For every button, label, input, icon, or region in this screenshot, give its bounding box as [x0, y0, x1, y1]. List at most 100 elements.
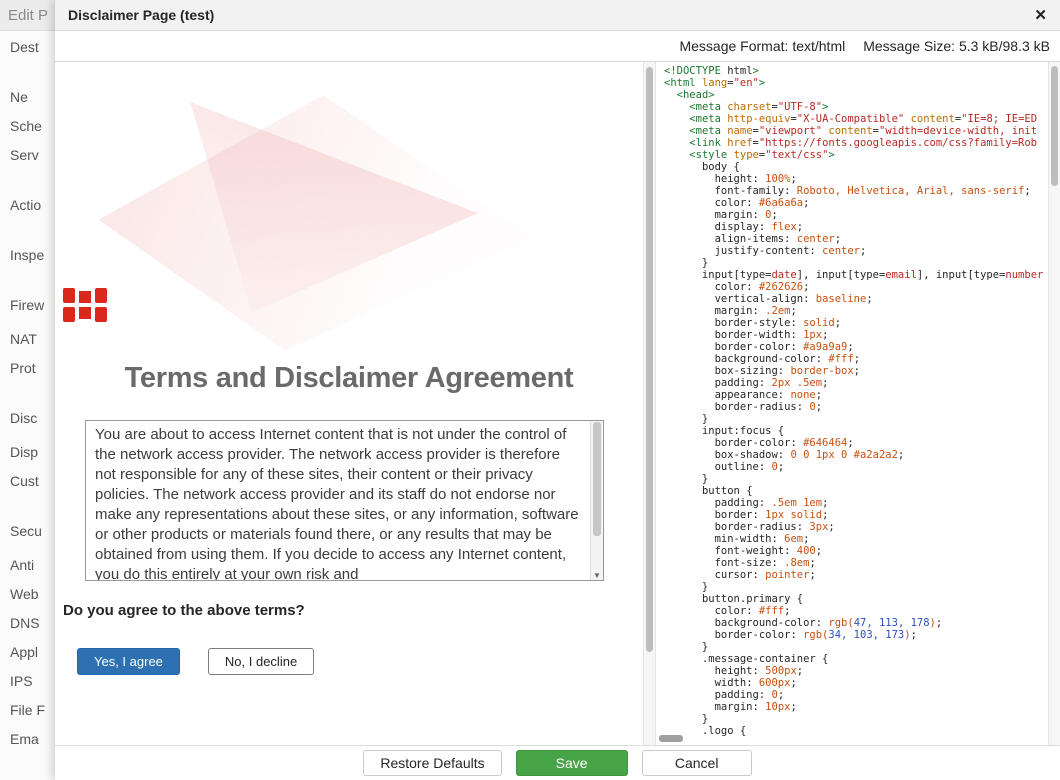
- code-line[interactable]: .logo {: [664, 725, 1048, 737]
- code-line[interactable]: padding: 0;: [664, 689, 1048, 701]
- sidebar-item[interactable]: DNS: [10, 615, 56, 633]
- code-line[interactable]: border-radius: 0;: [664, 401, 1048, 413]
- sidebar-item[interactable]: Disc: [10, 410, 56, 428]
- code-line[interactable]: cursor: pointer;: [664, 569, 1048, 581]
- code-line[interactable]: color: #262626;: [664, 281, 1048, 293]
- sidebar-item[interactable]: Actio: [10, 197, 56, 215]
- code-line[interactable]: <head>: [664, 89, 1048, 101]
- scrollbar-down-icon[interactable]: ▼: [593, 571, 601, 580]
- code-line[interactable]: <style type="text/css">: [664, 149, 1048, 161]
- code-hscroll-thumb[interactable]: [659, 735, 683, 742]
- code-line[interactable]: vertical-align: baseline;: [664, 293, 1048, 305]
- code-scroll-thumb[interactable]: [1051, 66, 1058, 186]
- code-line[interactable]: box-sizing: border-box;: [664, 365, 1048, 377]
- code-line[interactable]: border-width: 1px;: [664, 329, 1048, 341]
- code-line[interactable]: color: #fff;: [664, 605, 1048, 617]
- code-line[interactable]: height: 100%;: [664, 173, 1048, 185]
- code-line[interactable]: <link href="https://fonts.googleapis.com…: [664, 137, 1048, 149]
- sidebar-item[interactable]: Disp: [10, 444, 56, 462]
- page-title: Edit P: [8, 7, 55, 24]
- modal-disclaimer-page: Disclaimer Page (test) ✕ Message Format:…: [55, 0, 1060, 780]
- message-size: Message Size: 5.3 kB/98.3 kB: [863, 38, 1050, 54]
- code-line[interactable]: box-shadow: 0 0 1px 0 #a2a2a2;: [664, 449, 1048, 461]
- sidebar-item[interactable]: Sche: [10, 118, 56, 136]
- textbox-scrollbar[interactable]: ▼: [590, 421, 603, 580]
- code-line[interactable]: display: flex;: [664, 221, 1048, 233]
- code-line[interactable]: }: [664, 713, 1048, 725]
- message-format: Message Format: text/html: [679, 38, 845, 54]
- sidebar-item[interactable]: Dest: [10, 39, 56, 57]
- code-line[interactable]: appearance: none;: [664, 389, 1048, 401]
- sidebar-item[interactable]: Prot: [10, 360, 56, 378]
- code-line[interactable]: border-color: #646464;: [664, 437, 1048, 449]
- sidebar-item[interactable]: Serv: [10, 147, 56, 165]
- code-line[interactable]: button {: [664, 485, 1048, 497]
- code-line[interactable]: padding: .5em 1em;: [664, 497, 1048, 509]
- code-line[interactable]: font-weight: 400;: [664, 545, 1048, 557]
- code-line[interactable]: border-style: solid;: [664, 317, 1048, 329]
- code-line[interactable]: .message-container {: [664, 653, 1048, 665]
- sidebar-item[interactable]: Ema: [10, 731, 56, 749]
- code-line[interactable]: outline: 0;: [664, 461, 1048, 473]
- code-line[interactable]: background-color: #fff;: [664, 353, 1048, 365]
- modal-footer: Restore Defaults Save Cancel: [55, 745, 1060, 780]
- code-scrollbar[interactable]: [1048, 62, 1060, 745]
- disclaimer-textbox[interactable]: You are about to access Internet content…: [85, 420, 604, 581]
- save-button[interactable]: Save: [516, 750, 628, 776]
- code-line[interactable]: font-size: .8em;: [664, 557, 1048, 569]
- code-line[interactable]: width: 600px;: [664, 677, 1048, 689]
- code-line[interactable]: justify-content: center;: [664, 245, 1048, 257]
- code-line[interactable]: font-family: Roboto, Helvetica, Arial, s…: [664, 185, 1048, 197]
- preview-scrollbar[interactable]: [643, 62, 656, 745]
- code-line[interactable]: input:focus {: [664, 425, 1048, 437]
- sidebar-item[interactable]: Inspe: [10, 247, 56, 265]
- code-line[interactable]: }: [664, 413, 1048, 425]
- sidebar-item[interactable]: NAT: [10, 331, 56, 349]
- code-line[interactable]: color: #6a6a6a;: [664, 197, 1048, 209]
- sidebar-item[interactable]: Anti: [10, 557, 56, 575]
- code-line[interactable]: border-radius: 3px;: [664, 521, 1048, 533]
- sidebar-item[interactable]: Web: [10, 586, 56, 604]
- sidebar-item[interactable]: Ne: [10, 89, 56, 107]
- sidebar-item[interactable]: IPS: [10, 673, 56, 691]
- close-icon[interactable]: ✕: [1034, 8, 1047, 23]
- code-line[interactable]: background-color: rgb(47, 113, 178);: [664, 617, 1048, 629]
- code-line[interactable]: }: [664, 641, 1048, 653]
- agree-button[interactable]: Yes, I agree: [77, 648, 180, 675]
- code-line[interactable]: }: [664, 257, 1048, 269]
- code-line[interactable]: }: [664, 473, 1048, 485]
- code-line[interactable]: body {: [664, 161, 1048, 173]
- code-line[interactable]: <meta charset="UTF-8">: [664, 101, 1048, 113]
- code-line[interactable]: <html lang="en">: [664, 77, 1048, 89]
- sidebar-item[interactable]: Appl: [10, 644, 56, 662]
- code-line[interactable]: border-color: rgb(34, 103, 173);: [664, 629, 1048, 641]
- code-line[interactable]: border-color: #a9a9a9;: [664, 341, 1048, 353]
- code-line[interactable]: min-width: 6em;: [664, 533, 1048, 545]
- code-line[interactable]: margin: 10px;: [664, 701, 1048, 713]
- code-line[interactable]: <meta name="viewport" content="width=dev…: [664, 125, 1048, 137]
- code-line[interactable]: margin: .2em;: [664, 305, 1048, 317]
- cancel-button[interactable]: Cancel: [642, 750, 752, 776]
- code-line[interactable]: padding: 2px .5em;: [664, 377, 1048, 389]
- code-line[interactable]: height: 500px;: [664, 665, 1048, 677]
- code-line[interactable]: button.primary {: [664, 593, 1048, 605]
- code-line[interactable]: <!DOCTYPE html>: [664, 65, 1048, 77]
- sidebar-item[interactable]: Secu: [10, 523, 56, 541]
- decline-button[interactable]: No, I decline: [208, 648, 314, 675]
- preview-heading: Terms and Disclaimer Agreement: [55, 362, 643, 395]
- sidebar-item[interactable]: File F: [10, 702, 56, 720]
- textbox-scroll-thumb[interactable]: [593, 422, 601, 536]
- sidebar-item[interactable]: Cust: [10, 473, 56, 491]
- code-line[interactable]: input[type=date], input[type=email], inp…: [664, 269, 1048, 281]
- code-line[interactable]: margin: 0;: [664, 209, 1048, 221]
- sidebar-item[interactable]: Firew: [10, 297, 56, 315]
- message-size-label: Message Size:: [863, 38, 955, 54]
- code-editor[interactable]: <!DOCTYPE html><html lang="en"> <head> <…: [656, 62, 1048, 745]
- preview-scroll-thumb[interactable]: [646, 67, 653, 652]
- code-line[interactable]: }: [664, 581, 1048, 593]
- code-line[interactable]: border: 1px solid;: [664, 509, 1048, 521]
- disclaimer-text: You are about to access Internet content…: [86, 421, 590, 580]
- code-line[interactable]: <meta http-equiv="X-UA-Compatible" conte…: [664, 113, 1048, 125]
- restore-defaults-button[interactable]: Restore Defaults: [363, 750, 501, 776]
- code-line[interactable]: align-items: center;: [664, 233, 1048, 245]
